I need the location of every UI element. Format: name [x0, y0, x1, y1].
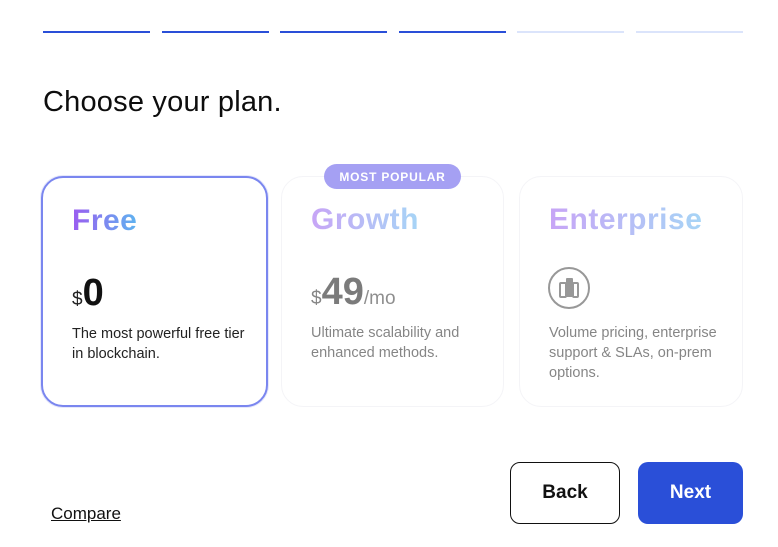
- plan-price: $49/mo: [311, 273, 396, 311]
- price-amount: 49: [321, 271, 364, 313]
- page-title: Choose your plan.: [43, 86, 282, 118]
- plan-description: The most powerful free tier in blockchai…: [72, 326, 245, 362]
- plan-description: Ultimate scalability and enhanced method…: [311, 325, 460, 361]
- most-popular-badge: MOST POPULAR: [324, 164, 461, 189]
- progress-step-4: [399, 31, 506, 33]
- compare-link[interactable]: Compare: [51, 504, 121, 524]
- progress-step-6: [636, 31, 743, 33]
- progress-step-5: [517, 31, 624, 33]
- back-button[interactable]: Back: [510, 462, 620, 524]
- plan-name: Free: [72, 204, 138, 237]
- price-amount: 0: [82, 272, 104, 314]
- price-currency: $: [72, 289, 83, 310]
- plan-card-growth[interactable]: Growth $49/mo Ultimate scalability and e…: [281, 176, 504, 407]
- next-button[interactable]: Next: [638, 462, 743, 524]
- plan-name: Enterprise: [549, 203, 703, 236]
- plan-price: $0: [72, 274, 104, 312]
- progress-step-3: [280, 31, 387, 33]
- plan-card-free[interactable]: Free $0 The most powerful free tier in b…: [41, 176, 268, 407]
- building-icon: [548, 267, 590, 309]
- progress-step-2: [162, 31, 269, 33]
- plan-name: Growth: [311, 203, 419, 236]
- plan-description: Volume pricing, enterprise support & SLA…: [549, 325, 717, 381]
- price-currency: $: [311, 288, 322, 309]
- progress-bar: [43, 31, 743, 34]
- price-period: /mo: [363, 288, 396, 309]
- progress-step-1: [43, 31, 150, 33]
- plan-card-enterprise[interactable]: Enterprise Volume pricing, enterprise su…: [519, 176, 743, 407]
